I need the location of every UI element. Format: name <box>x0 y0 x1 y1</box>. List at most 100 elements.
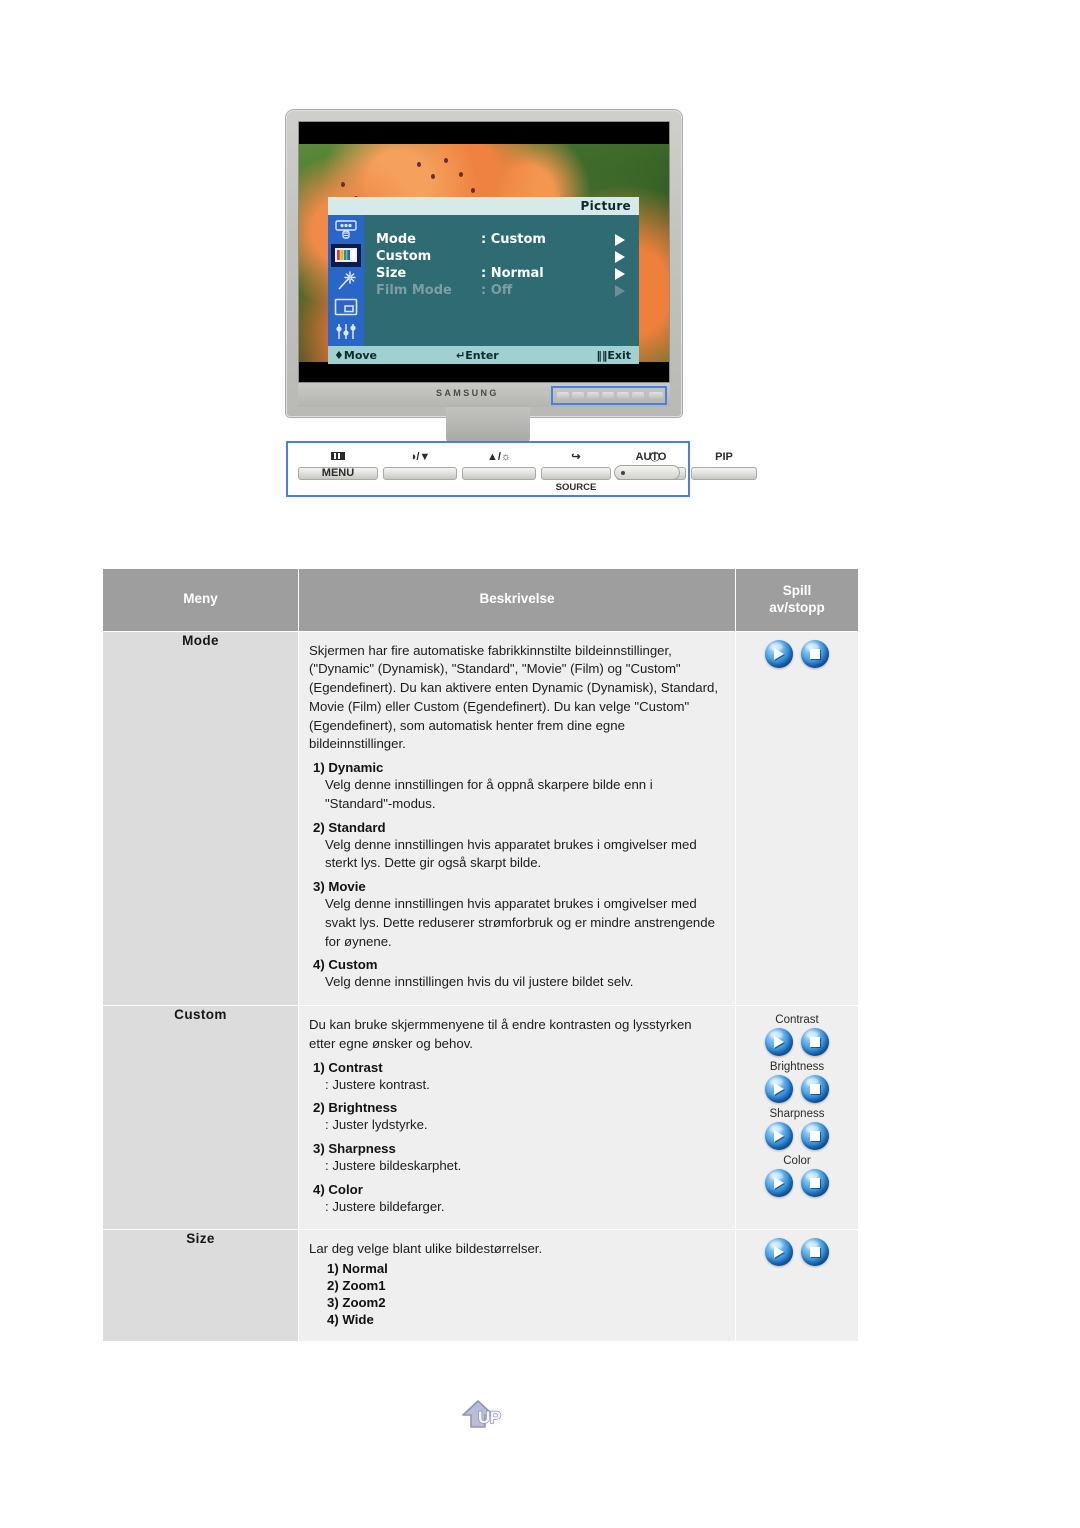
table-row: Custom Du kan bruke skjermmenyene til å … <box>102 1005 859 1231</box>
custom-intro: Du kan bruke skjermmenyene til å endre k… <box>309 1017 692 1051</box>
custom-item-4-text: : Justere bildefarger. <box>325 1198 445 1214</box>
play-icon[interactable] <box>765 1122 793 1151</box>
mode-item-4-title: 4) Custom <box>313 957 378 973</box>
pip-icon[interactable] <box>331 295 361 319</box>
stop-icon[interactable] <box>801 1122 829 1151</box>
chevron-right-icon <box>615 284 625 297</box>
picture-color-bars-icon[interactable] <box>331 243 361 268</box>
scroll-to-top-button[interactable]: UP <box>461 1399 517 1435</box>
chevron-right-icon <box>615 267 625 280</box>
power-led <box>621 471 625 475</box>
up-button-label: UP <box>477 1407 501 1427</box>
brightness-key-cap[interactable] <box>462 467 536 480</box>
pip-key-cap[interactable] <box>691 467 757 480</box>
play-group-label: Brightness <box>769 1061 825 1074</box>
play-group-label: Contrast <box>775 1014 819 1027</box>
updown-arrow-icon: ♦ <box>334 348 344 362</box>
menu-button-caption: MENU <box>298 449 378 479</box>
play-stop-group-brightness: Brightness <box>740 1061 854 1104</box>
play-cell-mode <box>735 630 859 1007</box>
contrast-down-button[interactable]: ◑/▼ <box>383 449 457 480</box>
mode-item-2-text: Velg denne innstillingen hvis apparatet … <box>325 836 697 871</box>
brand-logo: SAMSUNG <box>436 388 499 398</box>
setup-sliders-icon[interactable] <box>331 320 361 344</box>
mode-item-3-title: 3) Movie <box>313 879 366 895</box>
play-icon[interactable] <box>765 1075 793 1104</box>
osd-row-size[interactable]: Size : Normal <box>376 265 639 282</box>
size-item-1: 1) Normal <box>327 1261 388 1277</box>
monitor-button-highlight-box <box>551 386 667 405</box>
osd-row-film-mode[interactable]: Film Mode : Off <box>376 282 639 299</box>
play-stop-group-sharpness: Sharpness <box>740 1108 854 1151</box>
magic-wand-icon[interactable] <box>331 269 361 293</box>
stop-icon[interactable] <box>801 1075 829 1104</box>
pip-caption: PIP <box>715 451 733 463</box>
menu-cell-size: Size <box>102 1229 299 1343</box>
power-button[interactable] <box>614 465 680 480</box>
contrast-down-caption: ◑/▼ <box>409 451 431 463</box>
stop-icon[interactable] <box>801 1238 829 1267</box>
source-button[interactable]: ↪ SOURCE <box>541 449 611 493</box>
brightness-sun-icon: ☼ <box>500 451 512 463</box>
settings-table: Meny Beskrivelse Spill av/stopp Mode Skj… <box>102 568 859 1343</box>
osd-row-label: Film Mode <box>376 283 452 298</box>
osd-sidebar <box>328 215 364 346</box>
monitor-screen: Picture Mode: Custom Custom Size: Norm… <box>298 121 670 383</box>
osd-row-label: Custom <box>376 249 432 264</box>
monitor-bezel: Picture Mode: Custom Custom Size: Norm… <box>286 110 682 417</box>
enter-icon: ↵ <box>456 348 466 362</box>
screen-letterbox-bottom <box>299 362 669 382</box>
header-play-line2: av/stopp <box>769 599 825 615</box>
osd-row-value: : Custom <box>481 232 546 247</box>
osd-row-custom[interactable]: Custom <box>376 248 639 265</box>
osd-footer: ♦Move ↵Enter ‖‖Exit <box>328 346 639 364</box>
size-item-4: 4) Wide <box>327 1312 374 1328</box>
mode-intro: Skjermen har fire automatiske fabrikkinn… <box>309 642 718 752</box>
power-icon: ⏻ <box>649 449 660 464</box>
custom-item-1-title: 1) Contrast <box>313 1059 383 1075</box>
source-key-cap[interactable] <box>541 467 611 480</box>
input-source-icon[interactable] <box>331 218 361 242</box>
play-stop-group <box>740 1238 854 1267</box>
mode-item-3-text: Velg denne innstillingen hvis apparatet … <box>325 896 715 949</box>
play-icon[interactable] <box>765 639 793 668</box>
stop-icon[interactable] <box>801 1169 829 1198</box>
osd-enter-hint: ↵Enter <box>456 348 499 362</box>
stop-icon[interactable] <box>801 1028 829 1057</box>
osd-row-label: Mode <box>376 232 416 247</box>
osd-menu: Picture Mode: Custom Custom Size: Norm… <box>328 197 639 364</box>
play-icon[interactable] <box>765 1028 793 1057</box>
chevron-right-icon <box>615 233 625 246</box>
contrast-key-cap[interactable] <box>383 467 457 480</box>
chevron-right-icon <box>615 250 625 263</box>
brightness-up-button[interactable]: ▲/☼ <box>462 449 536 480</box>
source-caption: ↪ <box>541 449 611 465</box>
osd-row-label: Size <box>376 266 407 281</box>
mode-item-1-title: 1) Dynamic <box>313 760 384 776</box>
custom-item-1-text: : Justere kontrast. <box>325 1076 430 1092</box>
menu-cell-mode: Mode <box>102 630 299 1007</box>
size-item-2: 2) Zoom1 <box>327 1278 386 1294</box>
table-header-row: Meny Beskrivelse Spill av/stopp <box>102 568 859 632</box>
stop-icon[interactable] <box>801 639 829 668</box>
table-row: Mode Skjermen har fire automatiske fabri… <box>102 630 859 1007</box>
custom-item-4-title: 4) Color <box>313 1181 363 1197</box>
monitor-stand-neck <box>446 407 530 443</box>
play-icon[interactable] <box>765 1169 793 1198</box>
osd-title-bar: Picture <box>328 197 639 215</box>
play-stop-group <box>740 639 854 668</box>
table-row: Size Lar deg velge blant ulike bildestør… <box>102 1229 859 1343</box>
menu-button[interactable]: MENU <box>298 449 378 480</box>
osd-row-mode[interactable]: Mode : Custom <box>376 231 639 248</box>
description-cell-size: Lar deg velge blant ulike bildestørrelse… <box>298 1229 736 1343</box>
header-play-line1: Spill <box>782 583 812 598</box>
mode-item-1-text: Velg denne innstillingen for å oppnå ska… <box>325 777 653 811</box>
menu-bars-icon <box>331 452 345 460</box>
screen-letterbox-top <box>299 122 669 144</box>
play-group-label: Color <box>783 1155 811 1168</box>
osd-title-text: Picture <box>580 199 631 213</box>
description-cell-custom: Du kan bruke skjermmenyene til å endre k… <box>298 1005 736 1231</box>
pip-button[interactable]: PIP <box>691 449 757 480</box>
play-icon[interactable] <box>765 1238 793 1267</box>
header-menu: Meny <box>102 568 299 632</box>
